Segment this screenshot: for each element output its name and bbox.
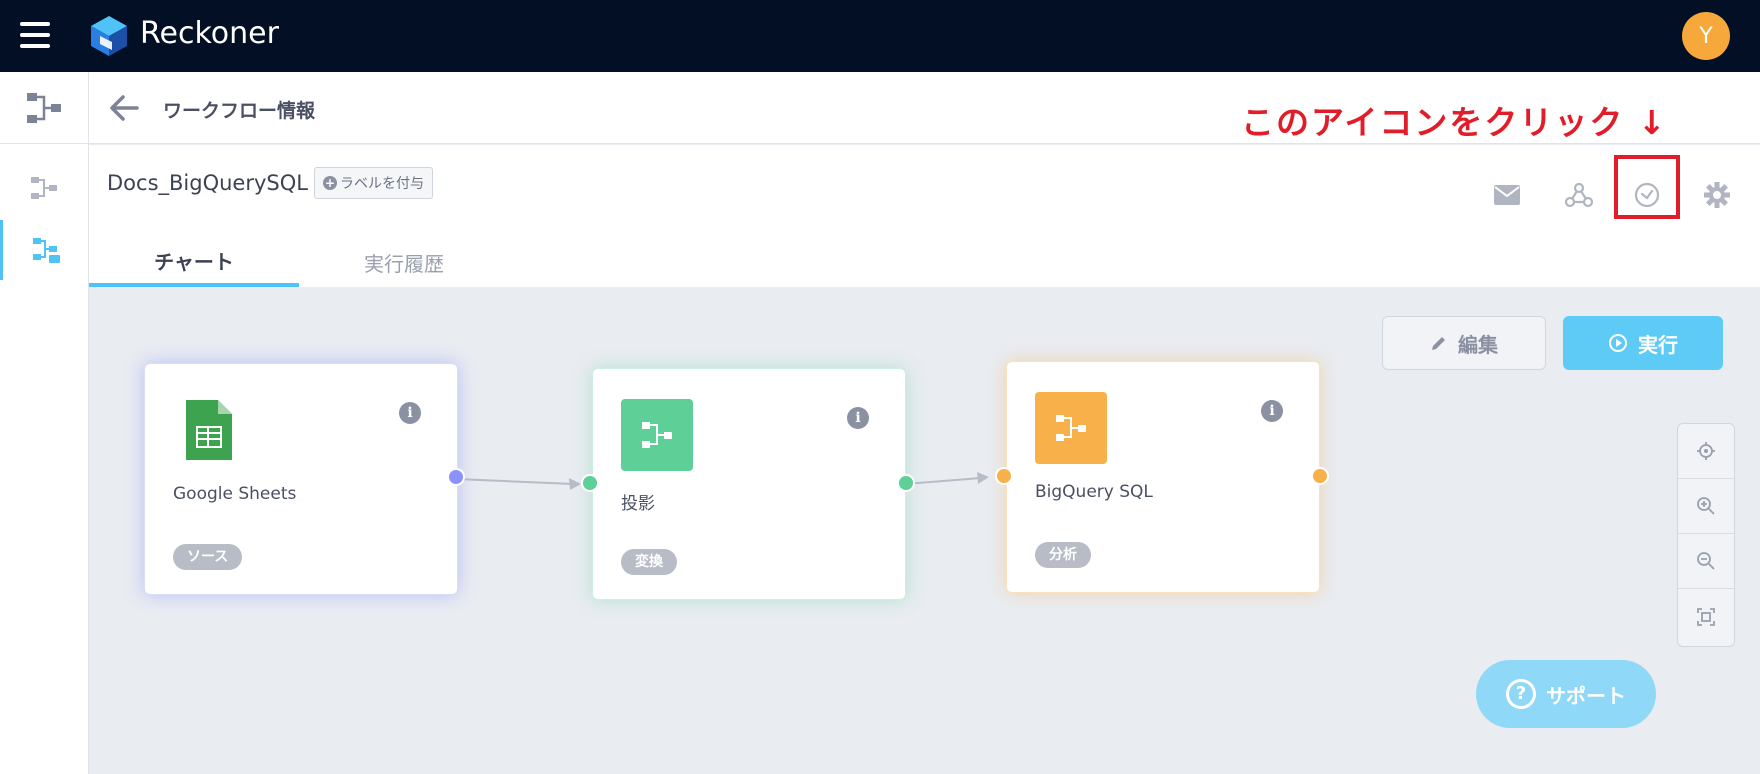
node-type-badge: 分析 bbox=[1035, 542, 1091, 568]
support-label: サポート bbox=[1546, 683, 1626, 708]
reckoner-logo-icon[interactable] bbox=[88, 14, 130, 58]
output-port[interactable] bbox=[897, 474, 915, 492]
tab-run-history[interactable]: 実行履歴 bbox=[299, 237, 509, 287]
add-label-button[interactable]: + ラベルを付与 bbox=[314, 167, 433, 199]
workflow-node-bigquery-sql[interactable]: i BigQuery SQL 分析 bbox=[1006, 361, 1320, 593]
webhook-button[interactable] bbox=[1559, 175, 1599, 215]
plus-icon: + bbox=[323, 176, 337, 190]
workflow-canvas[interactable]: 編集 実行 i Google Sheets ソース i 投影 変換 i BigQ… bbox=[89, 288, 1760, 774]
zoom-out-button[interactable] bbox=[1678, 534, 1734, 589]
webhook-icon bbox=[1564, 182, 1594, 208]
workflow-node-google-sheets[interactable]: i Google Sheets ソース bbox=[144, 363, 458, 595]
info-icon[interactable]: i bbox=[847, 407, 869, 429]
sidebar bbox=[0, 72, 89, 774]
transform-icon bbox=[621, 399, 693, 471]
highlight-box bbox=[1614, 155, 1680, 219]
workflow-node-projection[interactable]: i 投影 変換 bbox=[592, 368, 906, 600]
page-header: ワークフロー情報 このアイコンをクリック ↓ bbox=[89, 72, 1760, 144]
workflow-icon bbox=[27, 92, 61, 123]
node-title: BigQuery SQL bbox=[1035, 482, 1153, 502]
center-icon bbox=[1697, 442, 1715, 460]
connector-line bbox=[904, 477, 982, 485]
zoom-out-icon bbox=[1697, 552, 1715, 570]
zoom-controls bbox=[1677, 423, 1735, 647]
zoom-in-icon bbox=[1697, 497, 1715, 515]
add-label-text: ラベルを付与 bbox=[340, 176, 424, 192]
fit-screen-button[interactable] bbox=[1678, 589, 1734, 644]
user-avatar[interactable]: Y bbox=[1682, 12, 1730, 60]
node-type-badge: 変換 bbox=[621, 549, 677, 575]
node-title: 投影 bbox=[621, 494, 655, 514]
info-icon[interactable]: i bbox=[399, 402, 421, 424]
sidebar-item-workflow[interactable] bbox=[0, 158, 88, 218]
settings-button[interactable] bbox=[1697, 175, 1737, 215]
back-arrow-icon[interactable] bbox=[107, 92, 141, 124]
workflow-v2-icon bbox=[32, 238, 60, 263]
mail-icon bbox=[1494, 185, 1520, 205]
google-sheets-icon bbox=[173, 394, 245, 466]
brand-name[interactable]: Reckoner bbox=[140, 16, 279, 51]
center-view-button[interactable] bbox=[1678, 424, 1734, 479]
annotation-callout: このアイコンをクリック ↓ bbox=[1241, 103, 1668, 142]
connector-line bbox=[456, 478, 574, 485]
workflow-icon bbox=[31, 177, 57, 199]
input-port[interactable] bbox=[995, 467, 1013, 485]
info-icon[interactable]: i bbox=[1261, 400, 1283, 422]
analysis-icon bbox=[1035, 392, 1107, 464]
support-button[interactable]: ? サポート bbox=[1476, 660, 1656, 728]
input-port[interactable] bbox=[581, 474, 599, 492]
hamburger-menu-icon[interactable] bbox=[20, 22, 50, 48]
zoom-in-button[interactable] bbox=[1678, 479, 1734, 534]
tab-chart[interactable]: チャート bbox=[89, 237, 299, 287]
output-port[interactable] bbox=[447, 468, 465, 486]
workflow-info-panel: Docs_BigQuerySQL + ラベルを付与 チャート 実行履歴 bbox=[89, 145, 1760, 287]
connector-arrowhead bbox=[569, 478, 581, 490]
node-title: Google Sheets bbox=[173, 484, 297, 504]
settings-gear-icon bbox=[1704, 182, 1730, 208]
fit-screen-icon bbox=[1697, 607, 1715, 626]
sidebar-item-workflow-v2[interactable] bbox=[0, 220, 88, 280]
top-bar: Reckoner Y bbox=[0, 0, 1760, 72]
sidebar-workflow-home[interactable] bbox=[0, 72, 88, 144]
help-question-icon: ? bbox=[1506, 679, 1536, 709]
workflow-name: Docs_BigQuerySQL bbox=[107, 171, 308, 195]
output-port[interactable] bbox=[1311, 467, 1329, 485]
connector-arrowhead bbox=[977, 472, 989, 484]
node-type-badge: ソース bbox=[173, 544, 243, 570]
page-title: ワークフロー情報 bbox=[163, 100, 316, 122]
mail-button[interactable] bbox=[1487, 175, 1527, 215]
